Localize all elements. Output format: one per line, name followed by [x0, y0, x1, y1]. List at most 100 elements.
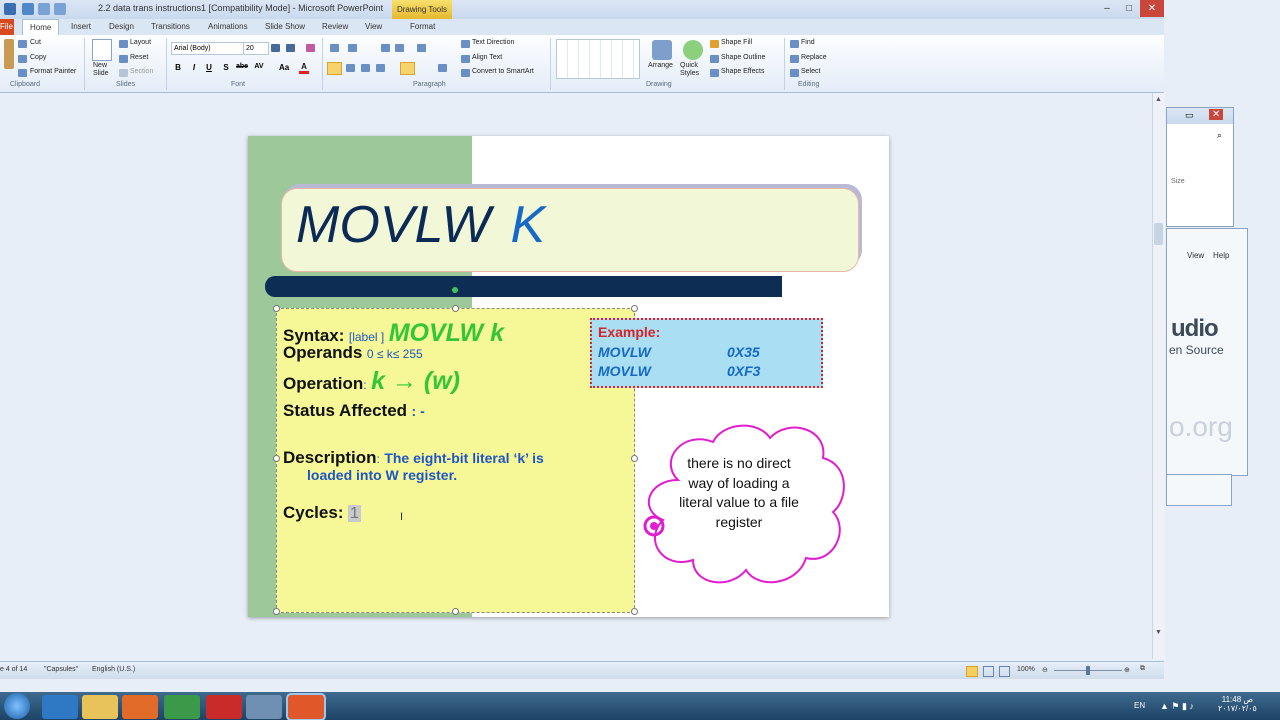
change-case-button[interactable]: Aa [279, 63, 289, 72]
format-painter-button[interactable]: Format Painter [30, 68, 76, 75]
undo-icon[interactable] [38, 3, 50, 15]
font-family-select[interactable]: Arial (Body) [171, 42, 245, 55]
tab-home[interactable]: Home [22, 19, 60, 36]
tab-file[interactable]: File [0, 19, 14, 35]
tab-view[interactable]: View [363, 19, 384, 35]
arrange-button[interactable]: Arrange [648, 62, 673, 69]
clear-formatting-icon[interactable] [306, 44, 315, 52]
slide-canvas[interactable]: MOVLW K Syntax: [label ] MOVLW k Operands… [248, 136, 889, 617]
resize-handle[interactable] [631, 608, 638, 615]
resize-handle[interactable] [452, 305, 459, 312]
example-box[interactable]: Example: MOVLW 0X35 MOVLW 0XF3 [590, 318, 823, 388]
chrome-icon[interactable] [164, 695, 200, 719]
tab-transitions[interactable]: Transitions [149, 19, 192, 35]
cut-button[interactable]: Cut [30, 39, 41, 46]
file-explorer-icon[interactable] [82, 695, 118, 719]
section-button[interactable]: Section [130, 68, 153, 75]
powerpoint-app-icon[interactable] [4, 3, 16, 15]
columns-icon[interactable] [400, 62, 415, 75]
scroll-down-icon[interactable]: ▼ [1155, 629, 1162, 636]
shapes-gallery[interactable] [556, 39, 640, 79]
shape-fill-button[interactable]: Shape Fill [721, 39, 752, 46]
decrease-indent-icon[interactable] [381, 44, 390, 52]
tab-slide-show[interactable]: Slide Show [263, 19, 307, 35]
cycles-value[interactable]: 1 [347, 505, 361, 522]
resize-handle[interactable] [273, 608, 280, 615]
tab-animations[interactable]: Animations [206, 19, 250, 35]
slide-title[interactable]: MOVLW K [296, 195, 545, 255]
new-slide-icon[interactable] [92, 39, 112, 61]
fit-to-window-icon[interactable]: ⧉ [1140, 665, 1145, 673]
taskbar-clock[interactable]: 11:48 ص ٢٠١٧/٠٢/٠٥ [1218, 695, 1257, 713]
side-window-close-icon[interactable]: ✕ [1209, 109, 1224, 120]
new-slide-button[interactable]: New Slide [93, 62, 115, 78]
align-text-button[interactable]: Align Text [472, 54, 502, 61]
align-center-icon[interactable] [346, 64, 355, 72]
quick-styles-icon[interactable] [683, 40, 703, 60]
character-spacing-button[interactable]: AV [254, 63, 264, 70]
input-language-indicator[interactable]: EN [1134, 701, 1145, 710]
powerpoint-taskbar-icon[interactable] [288, 695, 324, 719]
vertical-scrollbar[interactable]: ▲ ▼ [1152, 93, 1165, 659]
side-window-restore-icon[interactable]: ▭ [1185, 110, 1194, 121]
bold-button[interactable]: B [173, 63, 183, 72]
internet-explorer-icon[interactable] [42, 695, 78, 719]
language-status[interactable]: English (U.S.) [92, 666, 135, 673]
resize-handle[interactable] [452, 608, 459, 615]
justify-icon[interactable] [376, 64, 385, 72]
increase-indent-icon[interactable] [395, 44, 404, 52]
start-button-icon[interactable] [4, 693, 30, 719]
zoom-slider-thumb[interactable] [1086, 666, 1090, 675]
font-size-select[interactable]: 20 [243, 42, 269, 55]
resize-handle[interactable] [631, 305, 638, 312]
copy-button[interactable]: Copy [30, 54, 46, 61]
replace-button[interactable]: Replace [801, 54, 827, 61]
side-app-window[interactable]: View Help udio en Source o.org [1166, 228, 1248, 476]
normal-view-icon[interactable] [966, 666, 978, 677]
zoom-level[interactable]: 100% [1017, 666, 1035, 673]
align-left-icon[interactable] [327, 62, 342, 75]
redo-icon[interactable] [54, 3, 66, 15]
maximize-button[interactable]: □ [1118, 0, 1140, 17]
text-direction-button[interactable]: Text Direction [472, 39, 514, 46]
shadow-button[interactable]: S [221, 63, 231, 72]
strikethrough-button[interactable]: abe [236, 63, 248, 70]
shape-effects-button[interactable]: Shape Effects [721, 68, 764, 75]
shape-outline-button[interactable]: Shape Outline [721, 54, 765, 61]
table-icon[interactable] [438, 64, 447, 72]
acrobat-icon[interactable] [206, 695, 242, 719]
side-window-panel[interactable]: ▭ ✕ ⌕ Size [1166, 107, 1234, 227]
side-search-icon[interactable]: ⌕ [1217, 130, 1222, 141]
italic-button[interactable]: I [189, 63, 199, 72]
layout-button[interactable]: Layout [130, 39, 151, 46]
zoom-in-icon[interactable]: ⊕ [1124, 666, 1130, 674]
align-right-icon[interactable] [361, 64, 370, 72]
tray-icons[interactable]: ▲ ⚑ ▮ ♪ [1160, 701, 1194, 712]
minimize-button[interactable]: – [1096, 0, 1118, 17]
resize-handle[interactable] [631, 455, 638, 462]
quick-styles-button[interactable]: Quick Styles [680, 62, 702, 78]
theme-status[interactable]: "Capsules" [44, 666, 78, 673]
scroll-up-icon[interactable]: ▲ [1155, 96, 1162, 103]
bullets-icon[interactable] [330, 44, 339, 52]
title-placeholder[interactable]: MOVLW K [281, 188, 859, 272]
rotation-handle[interactable] [452, 287, 458, 293]
tab-review[interactable]: Review [320, 19, 350, 35]
find-button[interactable]: Find [801, 39, 815, 46]
menu-help[interactable]: Help [1213, 251, 1229, 260]
arrange-icon[interactable] [652, 40, 672, 60]
tab-insert[interactable]: Insert [69, 19, 93, 35]
side-window-strip[interactable] [1166, 474, 1232, 506]
close-button[interactable]: ✕ [1140, 0, 1164, 17]
tab-design[interactable]: Design [107, 19, 136, 35]
resize-handle[interactable] [273, 305, 280, 312]
resize-handle[interactable] [273, 455, 280, 462]
tab-format[interactable]: Format [408, 19, 437, 35]
window-app-icon[interactable] [246, 695, 282, 719]
paste-icon[interactable] [4, 39, 14, 69]
reading-view-icon[interactable] [999, 666, 1010, 677]
numbering-icon[interactable] [348, 44, 357, 52]
convert-smartart-button[interactable]: Convert to SmartArt [472, 68, 534, 75]
underline-button[interactable]: U [204, 63, 214, 72]
select-button[interactable]: Select [801, 68, 820, 75]
